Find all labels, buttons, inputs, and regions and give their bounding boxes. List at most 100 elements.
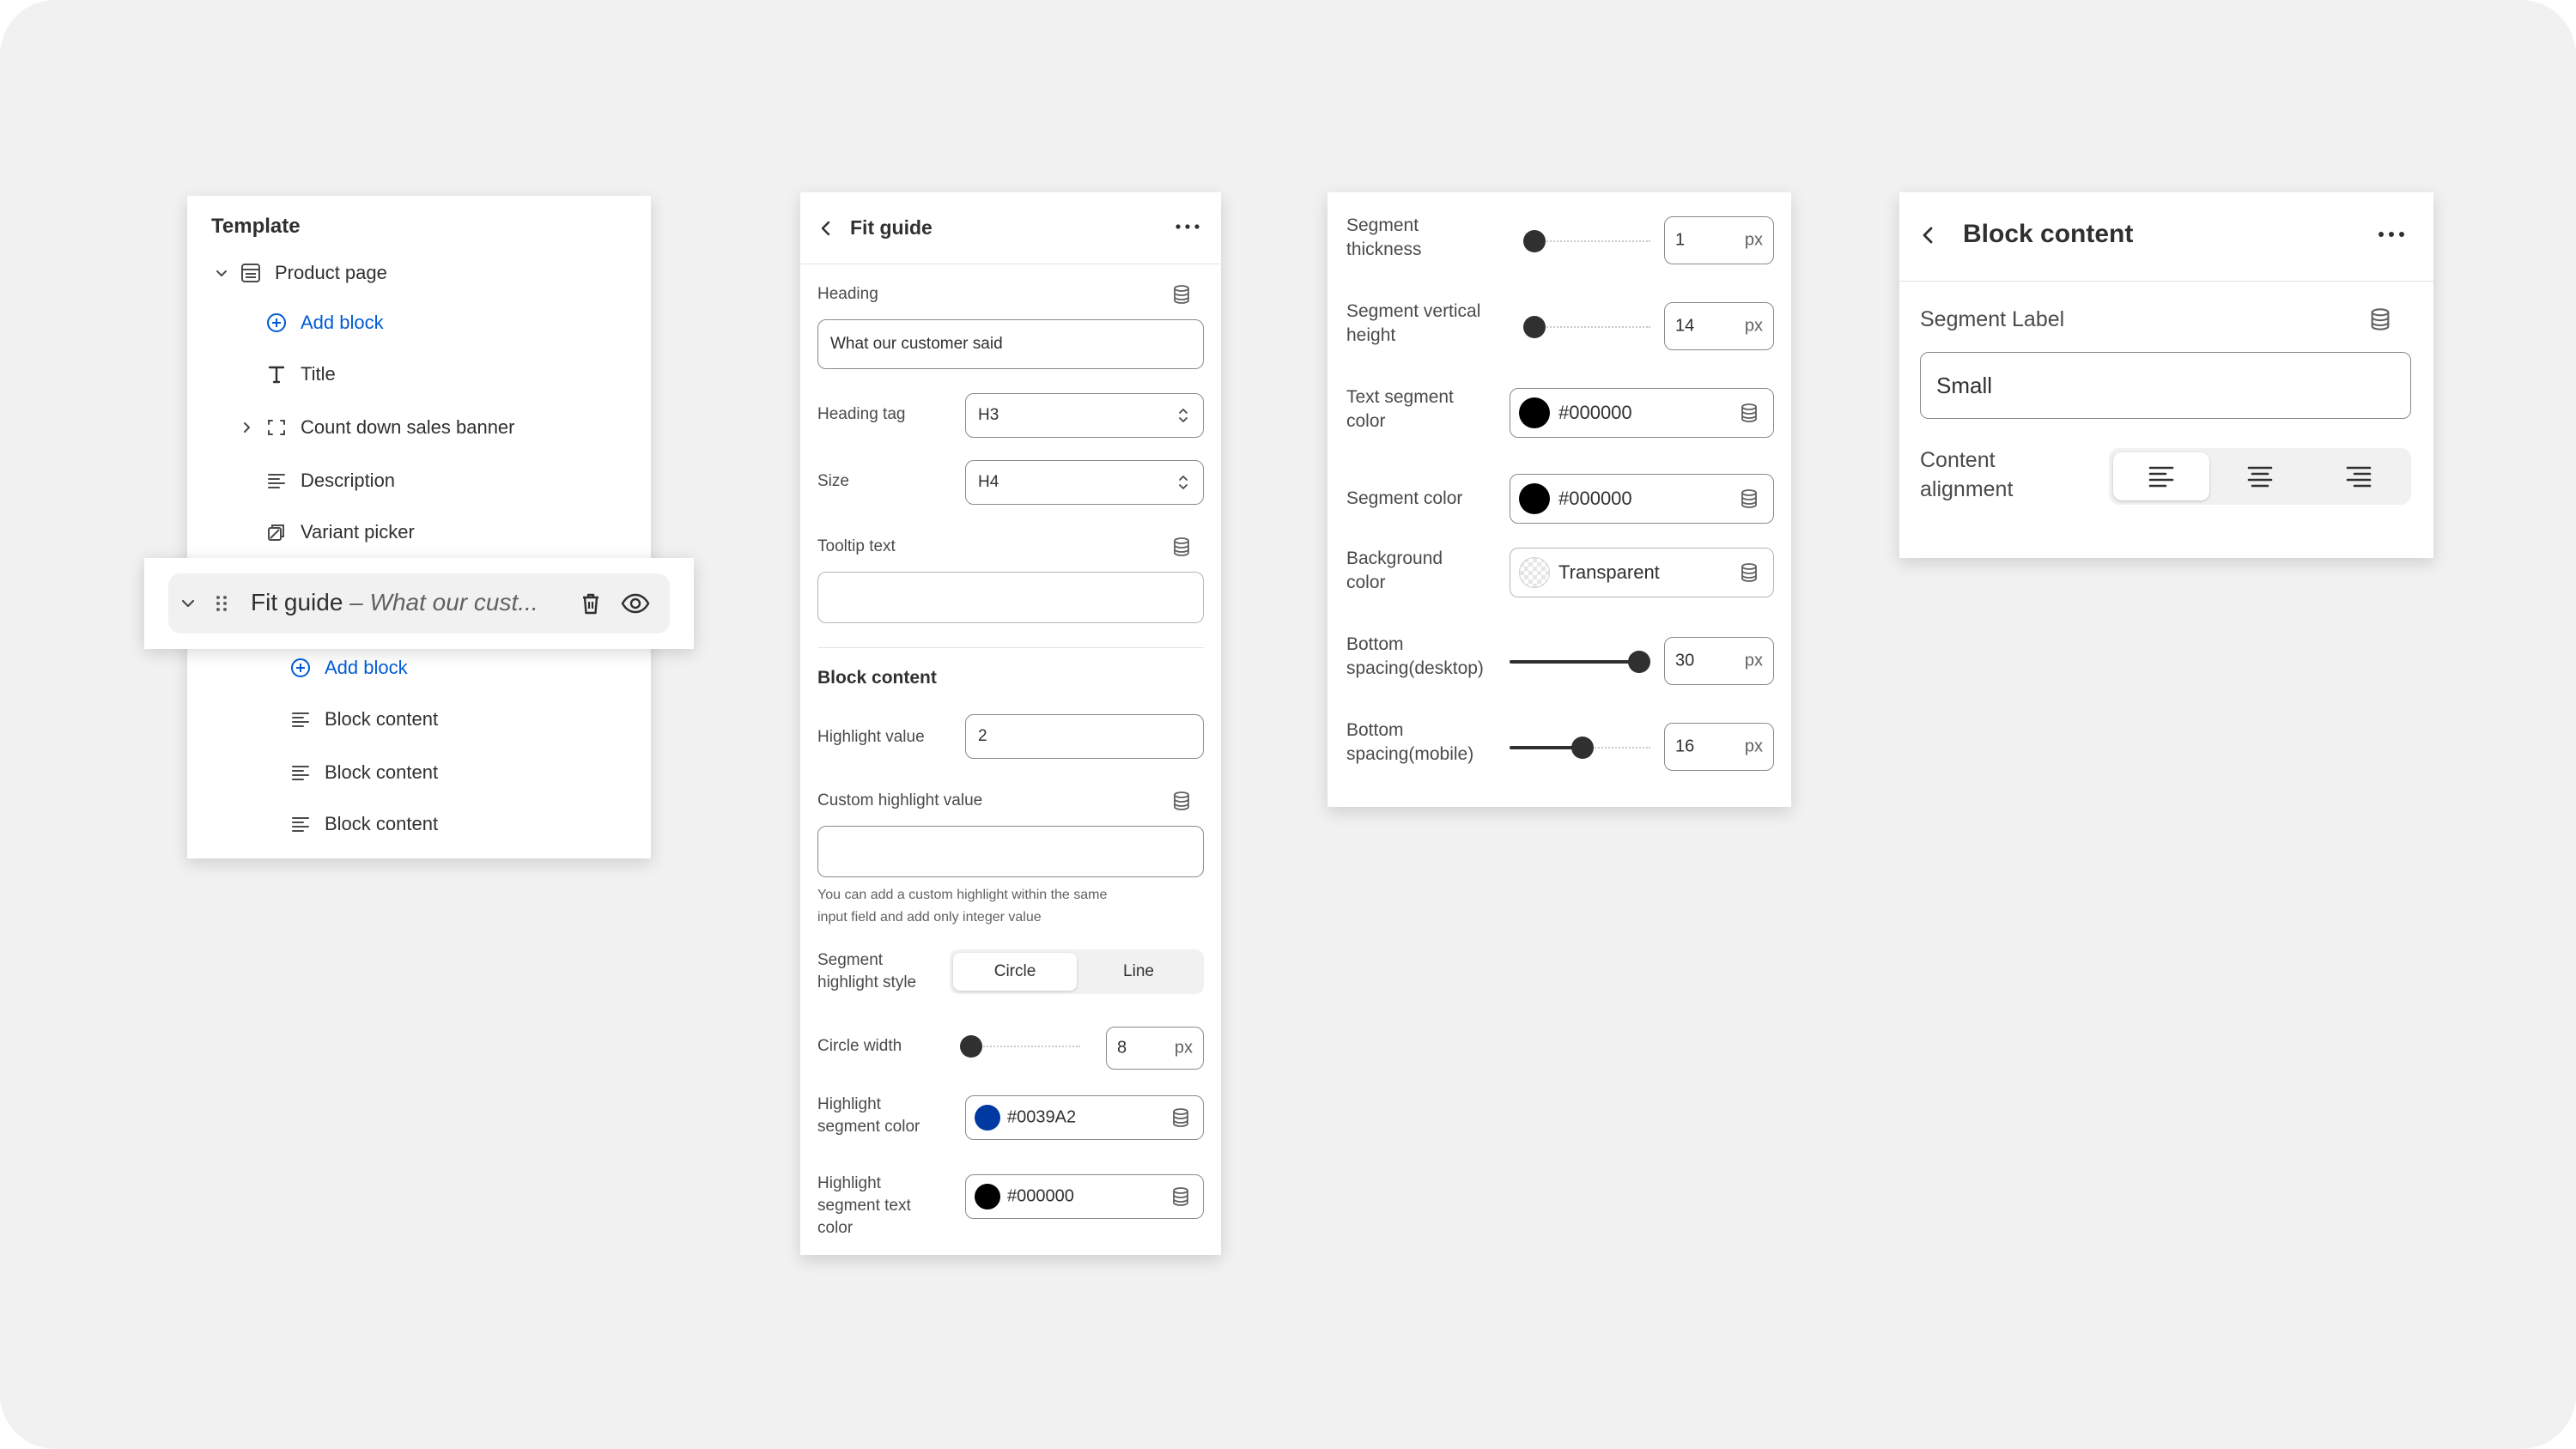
- fit-guide-row-label: Fit guide – What our cust...: [251, 589, 538, 615]
- bottom-desktop-slider[interactable]: [1510, 649, 1650, 675]
- thickness-label-1: Segment: [1346, 215, 1419, 235]
- slider-thumb[interactable]: [1627, 651, 1650, 673]
- chevron-down-icon[interactable]: [179, 594, 197, 613]
- custom-highlight-label: Custom highlight value: [817, 791, 983, 809]
- color-swatch[interactable]: [1519, 397, 1550, 428]
- eye-icon[interactable]: [620, 590, 651, 617]
- heading-tag-label: Heading tag: [817, 405, 906, 423]
- bottom-mobile-slider[interactable]: [1510, 735, 1650, 761]
- segment-style-circle[interactable]: Circle: [953, 953, 1077, 991]
- bottom-mobile-input[interactable]: 16 px: [1664, 723, 1774, 771]
- segment-label-input[interactable]: Small: [1920, 352, 2411, 419]
- color-swatch[interactable]: [975, 1184, 1000, 1210]
- color-swatch[interactable]: [1519, 483, 1550, 514]
- circle-width-input[interactable]: 8 px: [1106, 1027, 1204, 1070]
- align-right-button[interactable]: [2311, 452, 2407, 500]
- vheight-label-2: height: [1346, 325, 1396, 345]
- tree-item-label: Title: [301, 363, 336, 385]
- alignment-label-1: Content: [1920, 448, 1996, 472]
- vheight-slider[interactable]: [1523, 314, 1650, 340]
- database-icon[interactable]: [1739, 488, 1759, 509]
- slider-thumb[interactable]: [960, 1035, 982, 1058]
- database-icon[interactable]: [1171, 537, 1192, 557]
- fit-guide-drag-row[interactable]: Fit guide – What our cust...: [144, 558, 694, 649]
- tree-item-variant-picker[interactable]: Variant picker: [264, 506, 415, 558]
- align-center-button[interactable]: [2212, 452, 2308, 500]
- tree-item-countdown[interactable]: Count down sales banner: [239, 402, 515, 453]
- transparent-swatch[interactable]: [1519, 557, 1550, 588]
- database-icon[interactable]: [1171, 791, 1192, 811]
- template-icon: [239, 261, 263, 285]
- heading-label: Heading: [817, 285, 878, 303]
- text-segment-color-picker[interactable]: #000000: [1510, 388, 1774, 438]
- bottom-desktop-input[interactable]: 30 px: [1664, 637, 1774, 685]
- num-unit: px: [1744, 737, 1763, 756]
- panel-header: Block content: [1899, 192, 2433, 282]
- size-select[interactable]: H4: [965, 460, 1204, 505]
- tooltip-label: Tooltip text: [817, 537, 896, 555]
- fit-guide-row-inner[interactable]: Fit guide – What our cust...: [168, 573, 670, 634]
- variant-icon: [264, 520, 289, 544]
- drag-handle-icon[interactable]: [215, 593, 228, 614]
- nested-block-content-3[interactable]: Block content: [289, 798, 438, 850]
- database-icon[interactable]: [1739, 562, 1759, 583]
- tree-item-label: Block content: [325, 708, 439, 730]
- bg-color-label-2: color: [1346, 573, 1386, 592]
- color-value: Transparent: [1558, 561, 1660, 583]
- product-page-row[interactable]: Product page: [213, 247, 387, 299]
- size-label: Size: [817, 472, 849, 490]
- segment-style-label-1: Segment: [817, 951, 884, 969]
- text-block-icon: [289, 812, 313, 836]
- hl-text-color-label-2: segment text: [817, 1197, 911, 1215]
- align-left-button[interactable]: [2113, 452, 2209, 500]
- segment-style-line[interactable]: Line: [1077, 953, 1200, 991]
- tooltip-input[interactable]: [817, 572, 1204, 623]
- nested-block-content-2[interactable]: Block content: [289, 747, 438, 798]
- database-icon[interactable]: [1739, 403, 1759, 423]
- bottom-mobile-label-1: Bottom: [1346, 720, 1404, 740]
- segment-style-label-2: highlight style: [817, 973, 917, 991]
- slider-thumb[interactable]: [1523, 230, 1546, 252]
- database-icon[interactable]: [1171, 284, 1192, 305]
- tree-item-title[interactable]: Title: [264, 349, 336, 400]
- circle-width-slider[interactable]: [960, 1034, 1080, 1059]
- nested-add-block-button[interactable]: Add block: [289, 642, 408, 694]
- color-hex: #000000: [1558, 488, 1632, 509]
- slider-thumb[interactable]: [1523, 316, 1546, 338]
- heading-tag-select[interactable]: H3: [965, 393, 1204, 438]
- heading-input[interactable]: What our customer said: [817, 319, 1204, 369]
- database-icon[interactable]: [1170, 1186, 1191, 1207]
- hl-seg-color-picker[interactable]: #0039A2: [965, 1095, 1204, 1140]
- thickness-input[interactable]: 1 px: [1664, 216, 1774, 264]
- block-content-panel: Block content Segment Label Small Conten…: [1899, 192, 2433, 558]
- database-icon[interactable]: [2368, 307, 2392, 331]
- fit-guide-panel: Fit guide Heading What our customer said…: [800, 192, 1221, 1255]
- num-value: 16: [1675, 737, 1695, 756]
- custom-highlight-input[interactable]: [817, 826, 1204, 877]
- chevron-right-icon[interactable]: [239, 415, 254, 440]
- text-block-icon: [264, 469, 289, 493]
- database-icon[interactable]: [1170, 1107, 1191, 1128]
- add-block-button[interactable]: Add block: [264, 297, 384, 349]
- size-value: H4: [978, 473, 999, 491]
- color-hex: #000000: [1007, 1186, 1074, 1206]
- trash-icon[interactable]: [577, 590, 605, 617]
- background-color-picker[interactable]: Transparent: [1510, 548, 1774, 597]
- color-swatch[interactable]: [975, 1105, 1000, 1131]
- more-icon[interactable]: [1175, 221, 1200, 232]
- highlight-value-input[interactable]: 2: [965, 714, 1204, 759]
- nested-block-content-1[interactable]: Block content: [289, 694, 438, 745]
- tree-item-description[interactable]: Description: [264, 455, 395, 506]
- custom-highlight-help-2: input field and add only integer value: [817, 910, 1042, 925]
- thickness-slider[interactable]: [1523, 228, 1650, 254]
- back-arrow-icon[interactable]: [817, 218, 835, 239]
- hl-text-color-picker[interactable]: #000000: [965, 1174, 1204, 1219]
- num-value: 8: [1117, 1038, 1127, 1058]
- chevron-down-icon[interactable]: [213, 261, 230, 285]
- more-icon[interactable]: [2377, 228, 2406, 240]
- segment-color-picker[interactable]: #000000: [1510, 474, 1774, 524]
- slider-thumb[interactable]: [1571, 737, 1595, 759]
- vheight-input[interactable]: 14 px: [1664, 302, 1774, 350]
- back-arrow-icon[interactable]: [1918, 223, 1937, 247]
- tree-item-label: Description: [301, 470, 396, 491]
